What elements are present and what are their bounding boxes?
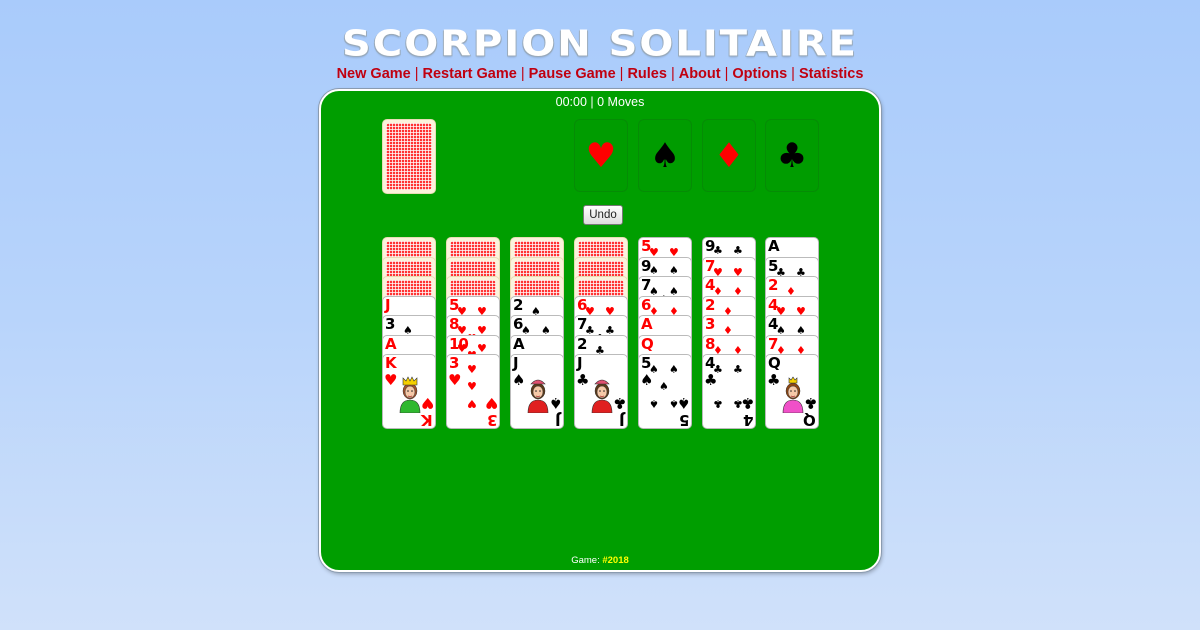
card-pip-icon: ♣ <box>733 397 743 410</box>
card-suit-icon: ♣ <box>767 371 781 389</box>
menu-separator: | <box>791 66 795 82</box>
card-rank-bottom: Q <box>804 411 816 429</box>
card-pip-icon: ♠ <box>669 363 679 376</box>
card-suit-icon: ♥ <box>448 371 462 389</box>
foundation-spades[interactable]: ♠ <box>638 119 692 192</box>
card-rank: J <box>577 354 583 372</box>
game-board: 00:00 | 0 Moves ♥♠♦♣ Undo J♥J♥3♠3♠♠♠♠A♥A… <box>319 89 881 572</box>
card-pip-icon: ♠ <box>669 263 679 277</box>
card-suit-icon: ♥ <box>484 394 498 412</box>
card-pip-icon: ♠ <box>649 263 659 277</box>
menu-separator: | <box>670 66 675 82</box>
card-pip-icon: ♣ <box>733 244 743 257</box>
diamonds-icon: ♦ <box>713 135 745 176</box>
menu-separator: | <box>414 66 419 82</box>
card-pip-icon: ♥ <box>467 397 477 410</box>
card-suit-icon: ♣ <box>803 394 817 412</box>
clubs-icon: ♣ <box>776 135 808 176</box>
card-rank: J <box>385 295 391 314</box>
playing-card[interactable]: 5 ♠ 5 ♠ ♠ ♠ ♠ ♠ ♠ <box>638 354 692 429</box>
card-back-pattern <box>386 123 432 190</box>
card-pip-icon: ♥ <box>477 341 487 355</box>
card-pip-icon: ♠ <box>669 397 679 410</box>
card-pip-icon: ♥ <box>467 363 477 376</box>
face-card-figure-icon <box>399 376 421 413</box>
card-rank: A <box>641 315 653 333</box>
card-pip-icon: ♠ <box>649 397 659 410</box>
playing-card[interactable]: J ♠ J ♠ <box>510 354 564 429</box>
menu-options[interactable]: Options <box>732 66 787 82</box>
game-number: #2018 <box>602 555 629 566</box>
card-suit-icon: ♠ <box>512 371 526 389</box>
card-rank-bottom: J <box>620 411 625 429</box>
card-pip-icon: ♠ <box>649 363 659 376</box>
card-rank: 2 <box>705 295 715 314</box>
undo-button[interactable]: Undo <box>583 205 623 225</box>
main-menu: New Game | Restart Game | Pause Game | Rules | A… <box>0 66 1200 82</box>
menu-separator: | <box>520 66 525 82</box>
card-suit-icon: ♠ <box>548 394 562 412</box>
game-number-footer: Game: #2018 <box>321 555 879 566</box>
card-pip-icon: ♣ <box>713 363 723 376</box>
card-suit-icon: ♥ <box>420 394 434 412</box>
card-rank: 2 <box>768 276 778 294</box>
card-rank: A <box>768 237 780 255</box>
menu-rules[interactable]: Rules <box>627 66 667 82</box>
menu-statistics[interactable]: Statistics <box>799 66 863 82</box>
playing-card[interactable]: K ♥ K ♥ <box>382 354 436 429</box>
foundation-diamonds[interactable]: ♦ <box>702 119 756 192</box>
menu-restart-game[interactable]: Restart Game <box>423 66 517 82</box>
face-card-figure-icon <box>591 379 613 413</box>
card-pip-icon: ♥ <box>467 380 477 393</box>
card-pip-icon: ♣ <box>733 363 743 376</box>
playing-card[interactable]: 4 ♣ 4 ♣ ♣ ♣ ♣ ♣ <box>702 354 756 429</box>
card-rank: 3 <box>385 315 395 333</box>
card-rank: A <box>385 334 397 353</box>
card-rank: 2 <box>513 295 523 314</box>
card-rank: Q <box>768 354 781 372</box>
timer-moves-status: 00:00 | 0 Moves <box>555 95 645 109</box>
card-rank-bottom: 3 <box>487 411 497 429</box>
game-title: SCORPION SOLITAIRE <box>342 23 858 65</box>
menu-pause-game[interactable]: Pause Game <box>529 66 616 82</box>
face-card-figure-icon <box>527 379 549 413</box>
playing-card[interactable]: 3 ♥ 3 ♥ ♥ ♥ ♥ <box>446 354 500 429</box>
menu-about[interactable]: About <box>679 66 721 82</box>
card-pip-icon: ♣ <box>713 397 723 410</box>
playing-card[interactable]: Q ♣ Q ♣ <box>765 354 819 429</box>
game-label: Game: <box>571 555 600 566</box>
card-rank-bottom: 4 <box>743 411 753 429</box>
menu-separator: | <box>619 66 624 82</box>
menu-separator: | <box>724 66 729 82</box>
spades-icon: ♠ <box>649 135 681 176</box>
foundation-hearts[interactable]: ♥ <box>574 119 628 192</box>
card-suit-icon: ♣ <box>576 371 590 389</box>
card-rank: K <box>385 354 397 372</box>
menu-new-game[interactable]: New Game <box>337 66 411 82</box>
card-rank: A <box>513 334 525 353</box>
card-rank: J <box>513 354 519 372</box>
card-suit-icon: ♥ <box>384 371 398 389</box>
card-rank: 3 <box>705 315 715 333</box>
card-rank: Q <box>641 334 654 353</box>
card-rank-bottom: J <box>556 411 561 429</box>
card-pip-icon: ♣ <box>713 244 723 257</box>
foundation-clubs[interactable]: ♣ <box>765 119 819 192</box>
card-suit-icon: ♣ <box>612 394 626 412</box>
card-rank-bottom: K <box>422 411 433 429</box>
stock-pile[interactable] <box>382 119 436 194</box>
card-pip-icon: ♠ <box>659 380 669 393</box>
playing-card[interactable]: J ♣ J ♣ <box>574 354 628 429</box>
card-pip-icon: ♥ <box>457 341 467 355</box>
card-rank-bottom: 5 <box>679 411 689 429</box>
card-rank: 3 <box>449 354 459 372</box>
card-rank: 2 <box>577 334 587 353</box>
hearts-icon: ♥ <box>585 135 617 176</box>
face-card-figure-icon <box>782 376 804 413</box>
